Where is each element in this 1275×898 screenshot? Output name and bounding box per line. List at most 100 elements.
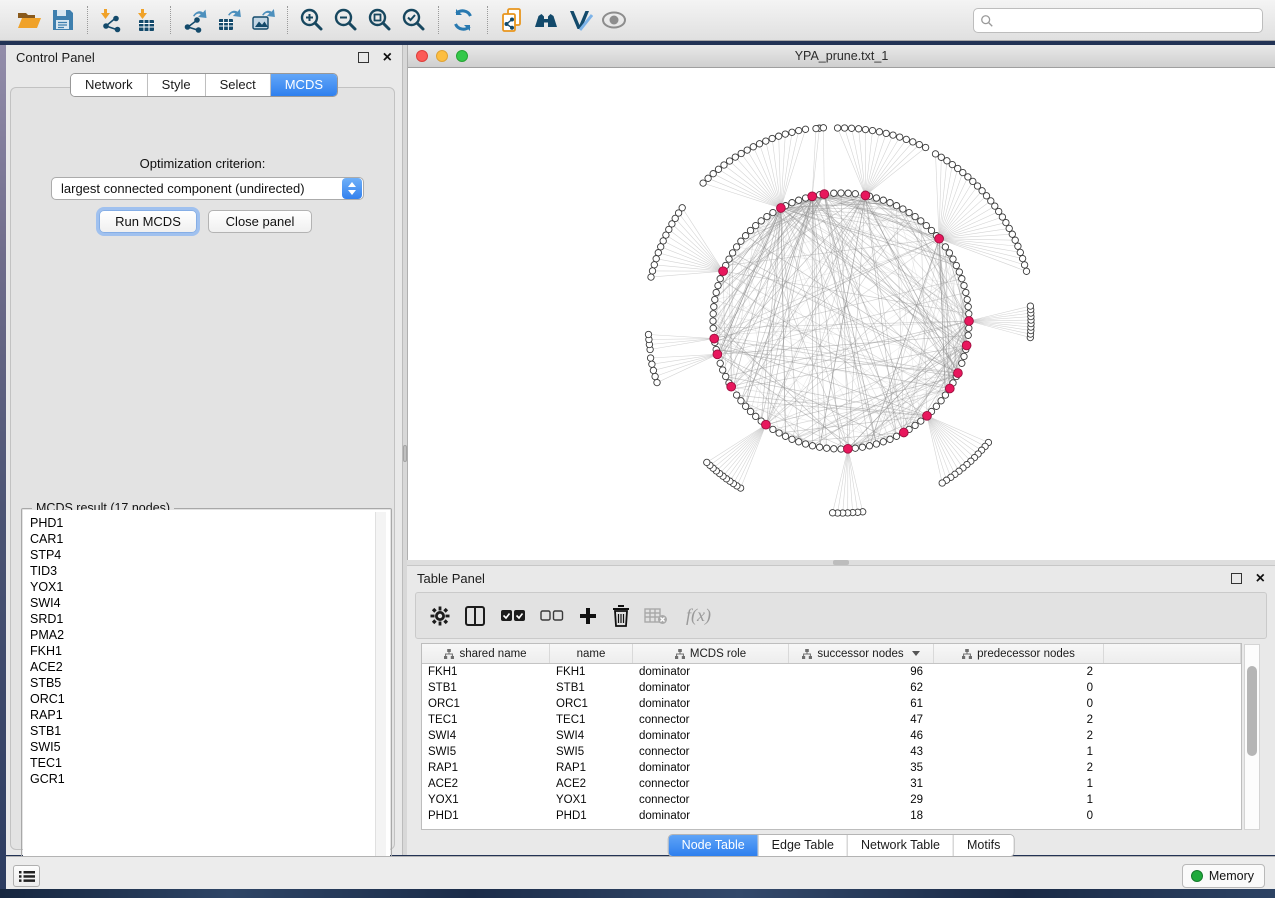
network-node[interactable] — [710, 171, 716, 177]
network-node[interactable] — [802, 441, 808, 447]
network-node[interactable] — [912, 213, 918, 219]
network-node[interactable] — [848, 125, 854, 131]
network-node[interactable] — [1009, 231, 1015, 237]
network-node[interactable] — [859, 444, 865, 450]
network-node[interactable] — [651, 262, 657, 268]
column-header-predecessor-nodes[interactable]: predecessor nodes — [934, 644, 1104, 663]
network-node[interactable] — [789, 129, 795, 135]
table-scrollbar-thumb[interactable] — [1247, 666, 1257, 756]
tab-edge-table[interactable]: Edge Table — [758, 835, 847, 856]
network-node[interactable] — [903, 136, 909, 142]
mcds-result-item[interactable]: FKH1 — [30, 643, 390, 659]
network-node[interactable] — [782, 131, 788, 137]
network-node[interactable] — [717, 360, 723, 366]
refresh-view-button[interactable] — [446, 4, 480, 36]
network-node[interactable] — [880, 439, 886, 445]
network-node[interactable] — [782, 433, 788, 439]
close-table-panel-icon[interactable]: × — [1256, 573, 1265, 584]
mcds-result-item[interactable]: GCR1 — [30, 771, 390, 787]
network-node[interactable] — [753, 413, 759, 419]
network-node[interactable] — [770, 426, 776, 432]
mcds-hub-node[interactable] — [899, 428, 908, 437]
network-node[interactable] — [824, 445, 830, 451]
network-node[interactable] — [733, 244, 739, 250]
network-node[interactable] — [747, 408, 753, 414]
table-row[interactable]: ORC1ORC1dominator610 — [422, 696, 1241, 712]
network-node[interactable] — [900, 206, 906, 212]
network-node[interactable] — [655, 250, 661, 256]
network-node[interactable] — [704, 459, 710, 465]
network-node[interactable] — [712, 296, 718, 302]
network-node[interactable] — [932, 151, 938, 157]
network-node[interactable] — [647, 355, 653, 361]
network-node[interactable] — [953, 262, 959, 268]
network-node[interactable] — [965, 332, 971, 338]
network-node[interactable] — [880, 197, 886, 203]
network-window-titlebar[interactable]: YPA_prune.txt_1 — [408, 45, 1275, 68]
zoom-in-button[interactable] — [295, 4, 329, 36]
select-all-button[interactable] — [500, 602, 526, 630]
column-header-successor-nodes[interactable]: successor nodes — [789, 644, 934, 663]
network-node[interactable] — [770, 209, 776, 215]
network-node[interactable] — [966, 311, 972, 317]
table-row[interactable]: YOX1YOX1connector291 — [422, 792, 1241, 808]
mcds-result-item[interactable]: STB1 — [30, 723, 390, 739]
network-node[interactable] — [776, 133, 782, 139]
mcds-result-item[interactable]: SWI4 — [30, 595, 390, 611]
mcds-hub-node[interactable] — [808, 192, 817, 201]
network-node[interactable] — [744, 147, 750, 153]
show-column-button[interactable] — [464, 602, 486, 630]
network-node[interactable] — [1023, 268, 1029, 274]
close-panel-button[interactable]: Close panel — [208, 210, 312, 233]
network-node[interactable] — [758, 218, 764, 224]
mcds-result-item[interactable]: SRD1 — [30, 611, 390, 627]
mcds-hub-node[interactable] — [844, 444, 853, 453]
network-node[interactable] — [726, 158, 732, 164]
mcds-hub-node[interactable] — [727, 382, 736, 391]
table-row[interactable]: STB1STB1dominator620 — [422, 680, 1241, 696]
column-header-MCDS-role[interactable]: MCDS role — [633, 644, 789, 663]
close-panel-icon[interactable]: × — [383, 52, 392, 63]
mcds-hub-node[interactable] — [719, 267, 728, 276]
export-image-button[interactable] — [246, 4, 280, 36]
mcds-result-item[interactable]: CAR1 — [30, 531, 390, 547]
network-node[interactable] — [809, 443, 815, 449]
delete-column-button[interactable] — [612, 602, 630, 630]
mcds-result-item[interactable]: RAP1 — [30, 707, 390, 723]
network-node[interactable] — [873, 195, 879, 201]
show-hide-button[interactable] — [597, 4, 631, 36]
network-node[interactable] — [650, 367, 656, 373]
network-node[interactable] — [654, 379, 660, 385]
network-node[interactable] — [717, 276, 723, 282]
mcds-result-list[interactable]: PHD1CAR1STP4TID3YOX1SWI4SRD1PMA2FKH1ACE2… — [23, 510, 390, 880]
network-node[interactable] — [942, 392, 948, 398]
function-builder-button[interactable]: f(x) — [682, 602, 711, 630]
network-node[interactable] — [928, 227, 934, 233]
table-row[interactable]: FKH1FKH1dominator962 — [422, 664, 1241, 680]
export-table-button[interactable] — [212, 4, 246, 36]
network-node[interactable] — [890, 132, 896, 138]
network-node[interactable] — [713, 289, 719, 295]
memory-button[interactable]: Memory — [1182, 864, 1265, 888]
network-node[interactable] — [649, 361, 655, 367]
network-node[interactable] — [710, 311, 716, 317]
mcds-hub-node[interactable] — [923, 411, 932, 420]
network-node[interactable] — [729, 250, 735, 256]
network-node[interactable] — [710, 325, 716, 331]
network-node[interactable] — [732, 154, 738, 160]
network-node[interactable] — [1006, 225, 1012, 231]
network-node[interactable] — [820, 125, 826, 131]
mcds-result-item[interactable]: SWI5 — [30, 739, 390, 755]
mcds-hub-node[interactable] — [965, 317, 974, 326]
network-node[interactable] — [852, 445, 858, 451]
mcds-result-item[interactable]: PHD1 — [30, 515, 390, 531]
clone-network-button[interactable] — [495, 4, 529, 36]
mcds-result-item[interactable]: TEC1 — [30, 755, 390, 771]
network-node[interactable] — [838, 190, 844, 196]
mcds-hub-node[interactable] — [762, 420, 771, 429]
network-node[interactable] — [700, 180, 706, 186]
network-node[interactable] — [816, 444, 822, 450]
tab-motifs[interactable]: Motifs — [953, 835, 1013, 856]
network-node[interactable] — [738, 150, 744, 156]
network-node[interactable] — [756, 141, 762, 147]
